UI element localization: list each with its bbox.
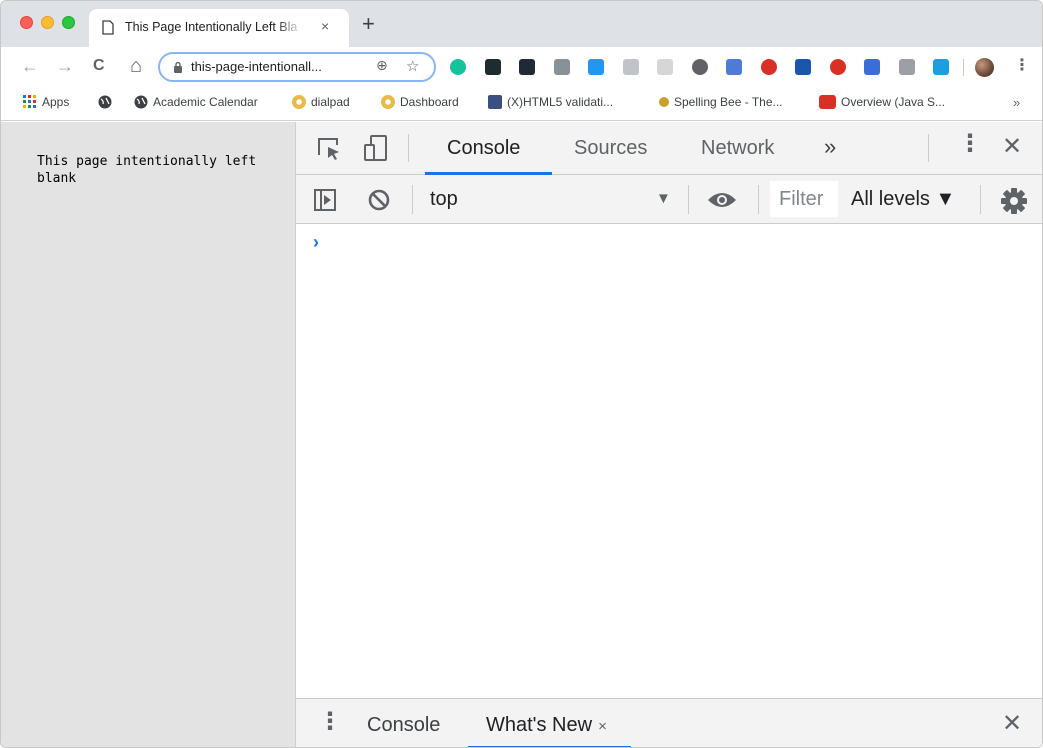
extension-terminal-icon[interactable] bbox=[484, 59, 501, 75]
filter-placeholder: Filter bbox=[779, 188, 824, 210]
extension-grammarly-icon[interactable] bbox=[450, 59, 466, 75]
reload-button[interactable]: C bbox=[93, 54, 105, 78]
bookmark-dashboard[interactable]: Dashboard bbox=[381, 95, 459, 109]
bookmark-label: Apps bbox=[42, 95, 70, 109]
more-bookmarks-icon[interactable]: » bbox=[1013, 95, 1020, 110]
devtools-panel: Console Sources Network » ⋮ ✕ top ▼ Filt… bbox=[295, 122, 1042, 747]
close-devtools-icon[interactable]: ✕ bbox=[1002, 134, 1022, 160]
browser-toolbar: ← → C ⌂ this-page-intentionall... ⊕ ☆ ⋮ bbox=[1, 47, 1042, 87]
minimize-window-button[interactable] bbox=[41, 16, 54, 29]
profile-avatar[interactable] bbox=[975, 58, 994, 77]
close-drawer-icon[interactable]: ✕ bbox=[1002, 711, 1022, 737]
extensions-divider bbox=[963, 59, 964, 76]
extension-ublock-icon[interactable] bbox=[829, 59, 846, 75]
tab-close-icon[interactable]: × bbox=[321, 18, 329, 34]
close-window-button[interactable] bbox=[20, 16, 33, 29]
url-text: this-page-intentionall... bbox=[191, 59, 322, 74]
w3c-icon bbox=[488, 95, 502, 109]
extension-blue-square-icon[interactable] bbox=[795, 59, 811, 75]
bookmark-label: Overview (Java S... bbox=[841, 95, 946, 109]
device-toolbar-icon[interactable] bbox=[362, 134, 390, 162]
zoom-window-button[interactable] bbox=[62, 16, 75, 29]
tab-network[interactable]: Network bbox=[701, 137, 774, 160]
extension-ext-badge-icon[interactable] bbox=[553, 59, 570, 75]
sidebar-toggle-icon[interactable] bbox=[314, 189, 336, 211]
inspect-element-icon[interactable] bbox=[316, 136, 342, 162]
bookmark-academic-calendar[interactable]: Academic Calendar bbox=[134, 95, 258, 109]
bookmark-html5-validator[interactable]: (X)HTML5 validati... bbox=[488, 95, 613, 109]
extension-blue-yellow-icon[interactable] bbox=[864, 59, 880, 75]
bookmark-label: dialpad bbox=[311, 95, 350, 109]
oracle-icon bbox=[819, 95, 836, 109]
drawer-tab-console[interactable]: Console bbox=[367, 714, 440, 737]
tab-console[interactable]: Console bbox=[447, 137, 520, 160]
drawer-menu-icon[interactable]: ⋮ bbox=[318, 708, 342, 736]
tab-sources[interactable]: Sources bbox=[574, 137, 647, 160]
bookmark-star-icon[interactable]: ☆ bbox=[406, 57, 419, 75]
gear-icon[interactable] bbox=[1000, 187, 1028, 215]
bookmarks-bar: Apps Academic Calendar dialpad Dashboard… bbox=[1, 87, 1042, 121]
extension-circle-icon[interactable] bbox=[691, 59, 708, 75]
extension-red-play-icon[interactable] bbox=[760, 59, 777, 75]
forward-button[interactable]: → bbox=[56, 54, 74, 78]
toolbar-divider bbox=[758, 185, 759, 214]
bookmark-label: (X)HTML5 validati... bbox=[507, 95, 614, 109]
tab-strip: This Page Intentionally Left Bla × + bbox=[1, 1, 1042, 47]
console-output[interactable]: › bbox=[296, 224, 1042, 696]
bookmark-label: Spelling Bee - The... bbox=[674, 95, 783, 109]
log-levels-select[interactable]: All levels ▼ bbox=[851, 188, 955, 211]
browser-tab[interactable]: This Page Intentionally Left Bla × bbox=[89, 9, 349, 47]
browser-menu-icon[interactable]: ⋮ bbox=[1014, 57, 1030, 75]
extension-es-icon[interactable] bbox=[657, 59, 673, 75]
chevron-down-icon[interactable]: ▼ bbox=[656, 190, 671, 207]
more-tabs-icon[interactable]: » bbox=[824, 134, 836, 160]
gear-icon bbox=[292, 95, 306, 109]
console-prompt-icon: › bbox=[313, 232, 319, 252]
devtools-tab-bar: Console Sources Network » ⋮ ✕ bbox=[296, 122, 1042, 175]
page-text: This page intentionally left blank bbox=[37, 154, 257, 186]
gear-icon bbox=[381, 95, 395, 109]
toolbar-divider bbox=[688, 185, 689, 214]
extension-toggle-icon[interactable] bbox=[588, 59, 604, 75]
tab-divider bbox=[408, 134, 409, 162]
lock-icon bbox=[174, 61, 182, 73]
globe-icon bbox=[98, 95, 112, 109]
address-bar[interactable]: this-page-intentionall... ⊕ ☆ bbox=[158, 52, 436, 82]
toolbar-divider bbox=[412, 185, 413, 214]
tab-title: This Page Intentionally Left Bla bbox=[125, 20, 298, 34]
devtools-drawer: ⋮ Console What's New × ✕ bbox=[296, 698, 1042, 747]
devtools-menu-icon[interactable]: ⋮ bbox=[958, 130, 982, 158]
toolbar-divider bbox=[980, 185, 981, 214]
document-icon bbox=[102, 20, 114, 35]
extension-vimium-icon[interactable] bbox=[519, 59, 535, 75]
extension-s-ext-icon[interactable] bbox=[933, 59, 949, 75]
drawer-tab-label: What's New bbox=[486, 714, 593, 736]
close-tab-icon[interactable]: × bbox=[598, 718, 607, 735]
extension-ext-gray-icon[interactable] bbox=[622, 59, 639, 75]
bookmark-apps[interactable]: Apps bbox=[23, 95, 69, 109]
back-button[interactable]: ← bbox=[21, 54, 39, 78]
bookmark-java-overview[interactable]: Overview (Java S... bbox=[819, 95, 945, 109]
bookmark-label: Academic Calendar bbox=[153, 95, 258, 109]
new-tab-button[interactable]: + bbox=[362, 13, 375, 35]
eye-icon[interactable] bbox=[707, 190, 737, 210]
browser-window: This Page Intentionally Left Bla × + ← →… bbox=[0, 0, 1043, 748]
console-toolbar: top ▼ Filter All levels ▼ bbox=[296, 175, 1042, 224]
apps-grid-icon bbox=[23, 95, 36, 108]
bookmark-dialpad[interactable]: dialpad bbox=[292, 95, 350, 109]
home-button[interactable]: ⌂ bbox=[130, 54, 142, 78]
extension-notion-icon[interactable] bbox=[898, 59, 915, 75]
context-select[interactable]: top bbox=[430, 188, 458, 211]
bookmark-label: Dashboard bbox=[400, 95, 459, 109]
globe-icon bbox=[134, 95, 148, 109]
bee-icon bbox=[659, 97, 669, 107]
page-viewport: This page intentionally left blank bbox=[1, 122, 295, 747]
clear-console-icon[interactable] bbox=[367, 188, 391, 212]
zoom-icon[interactable]: ⊕ bbox=[376, 57, 388, 74]
tab-divider bbox=[928, 134, 929, 162]
bookmark-globe[interactable] bbox=[98, 95, 112, 109]
extension-pencil-icon[interactable] bbox=[726, 59, 742, 75]
bookmark-spelling-bee[interactable]: Spelling Bee - The... bbox=[659, 95, 783, 109]
drawer-tab-whats-new[interactable]: What's New × bbox=[486, 714, 607, 737]
